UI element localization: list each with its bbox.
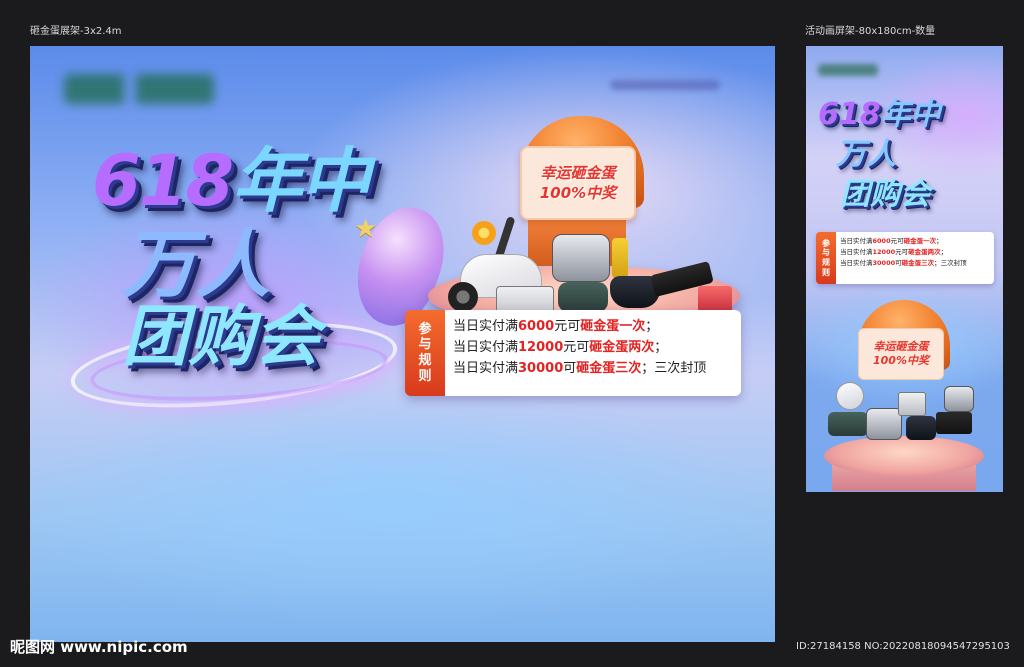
rule-amount: 12000 xyxy=(872,248,896,256)
rule-suffix: ；三次封顶 xyxy=(934,259,967,267)
gift-box-icon xyxy=(698,286,732,312)
rule-prefix: 当日实付满 xyxy=(453,361,519,376)
rice-cooker-icon xyxy=(552,234,610,282)
poster-rules-tag-text: 参与规则 xyxy=(822,238,830,277)
poster-title-line-3: 团购会 xyxy=(840,177,930,212)
vertical-poster: 618年中 万人 团购会 参与规则 当日实付满6000元可砸金蛋一次； 当日实付… xyxy=(806,46,1003,492)
poster-rules-list: 当日实付满6000元可砸金蛋一次； 当日实付满12000元可砸金蛋两次； 当日实… xyxy=(836,232,994,284)
rule-amount: 6000 xyxy=(518,319,555,334)
rules-panel: 参与规则 当日实付满6000元可砸金蛋一次； 当日实付满12000元可砸金蛋两次… xyxy=(405,310,741,396)
grill-pan-icon xyxy=(828,412,868,436)
image-id-text: ID:27184158 NO:20220818094547295103 xyxy=(796,641,1010,652)
rule-item: 当日实付满12000元可砸金蛋两次； xyxy=(453,337,733,358)
poster-egg-card-line-1: 幸运砸金蛋 xyxy=(873,339,929,353)
rule-result: 砸金蛋两次 xyxy=(908,248,941,256)
poster-title-number: 618 xyxy=(818,97,881,132)
poster-products xyxy=(828,382,978,448)
rule-amount: 12000 xyxy=(518,340,564,355)
rule-prefix: 当日实付满 xyxy=(840,237,873,245)
caption-left: 砸金蛋展架-3x2.4m xyxy=(30,26,122,37)
rule-result: 砸金蛋一次 xyxy=(903,237,937,245)
poster-egg-prize-card: 幸运砸金蛋 100%中奖 xyxy=(858,328,944,380)
rule-mid: 可 xyxy=(563,361,577,376)
title-text-1: 年中 xyxy=(232,140,370,222)
rule-result: 砸金蛋两次 xyxy=(589,340,655,355)
pot-icon xyxy=(906,416,936,440)
kettle-icon xyxy=(944,386,974,412)
title-number: 618 xyxy=(92,140,234,222)
watermark-logo: 昵图网 www.nipic.com xyxy=(10,638,188,656)
rule-suffix: ； xyxy=(936,237,943,245)
rule-item: 当日实付满30000可砸金蛋三次；三次封顶 xyxy=(453,358,733,379)
flower-icon xyxy=(472,221,496,245)
rule-prefix: 当日实付满 xyxy=(453,319,519,334)
rule-result: 砸金蛋三次 xyxy=(901,259,935,267)
caption-right: 活动画屏架-80x180cm-数量 xyxy=(805,26,936,37)
rule-mid: 元可 xyxy=(890,237,904,245)
rule-prefix: 当日实付满 xyxy=(840,248,873,256)
rule-amount: 30000 xyxy=(872,259,896,267)
rules-tag-text: 参与规则 xyxy=(418,321,432,384)
rules-tag: 参与规则 xyxy=(405,310,445,396)
rule-mid: 元可 xyxy=(895,248,909,256)
oil-bottle-icon xyxy=(612,238,628,278)
rule-prefix: 当日实付满 xyxy=(453,340,519,355)
poster-rule-item: 当日实付满30000可砸金蛋三次；三次封顶 xyxy=(840,258,990,269)
title-line-2: 万人 xyxy=(122,222,270,308)
poster-rules-panel: 参与规则 当日实付满6000元可砸金蛋一次； 当日实付满12000元可砸金蛋两次… xyxy=(816,232,994,284)
poster-title-line-2: 万人 xyxy=(836,137,896,172)
blurred-logo xyxy=(818,64,878,76)
grill-pan-icon xyxy=(558,282,608,312)
title-line-3: 团购会 xyxy=(122,298,320,375)
rule-mid: 元可 xyxy=(554,319,581,334)
rule-suffix: ；三次封顶 xyxy=(641,361,707,376)
poster-rules-tag: 参与规则 xyxy=(816,232,836,284)
poster-egg-card-line-2: 100%中奖 xyxy=(873,354,929,367)
oven-icon xyxy=(898,392,926,416)
rice-cooker-icon xyxy=(866,408,902,440)
rule-suffix: ； xyxy=(654,340,668,355)
rule-amount: 30000 xyxy=(518,361,564,376)
rule-prefix: 当日实付满 xyxy=(840,259,873,267)
rule-result: 砸金蛋三次 xyxy=(576,361,642,376)
title-line-1: 618年中 xyxy=(92,146,370,216)
main-banner: ★ 618年中 万人 团购会 幸运砸金蛋 100%中奖 参与规则 当日实付满60… xyxy=(30,46,775,642)
rule-suffix: ； xyxy=(645,319,659,334)
rule-mid: 元可 xyxy=(563,340,590,355)
poster-rule-item: 当日实付满12000元可砸金蛋两次； xyxy=(840,247,990,258)
rule-result: 砸金蛋一次 xyxy=(580,319,646,334)
egg-card-line-2: 100%中奖 xyxy=(539,184,617,202)
poster-title-line-1: 618年中 xyxy=(818,100,941,130)
egg-prize-card: 幸运砸金蛋 100%中奖 xyxy=(520,146,636,220)
rule-suffix: ； xyxy=(940,248,948,256)
blurred-tagline xyxy=(610,80,720,90)
poster-title-text-1: 年中 xyxy=(880,97,941,132)
scooter-wheel-icon xyxy=(448,282,478,312)
poster-rule-item: 当日实付满6000元可砸金蛋一次； xyxy=(840,236,990,247)
rule-amount: 6000 xyxy=(872,237,891,245)
rules-list: 当日实付满6000元可砸金蛋一次； 当日实付满12000元可砸金蛋两次； 当日实… xyxy=(445,310,741,396)
scooter-icon xyxy=(836,382,864,410)
blurred-logo xyxy=(64,74,214,104)
egg-card-line-1: 幸运砸金蛋 xyxy=(540,163,616,182)
induction-cooker-icon xyxy=(936,412,972,434)
rule-item: 当日实付满6000元可砸金蛋一次； xyxy=(453,316,733,337)
